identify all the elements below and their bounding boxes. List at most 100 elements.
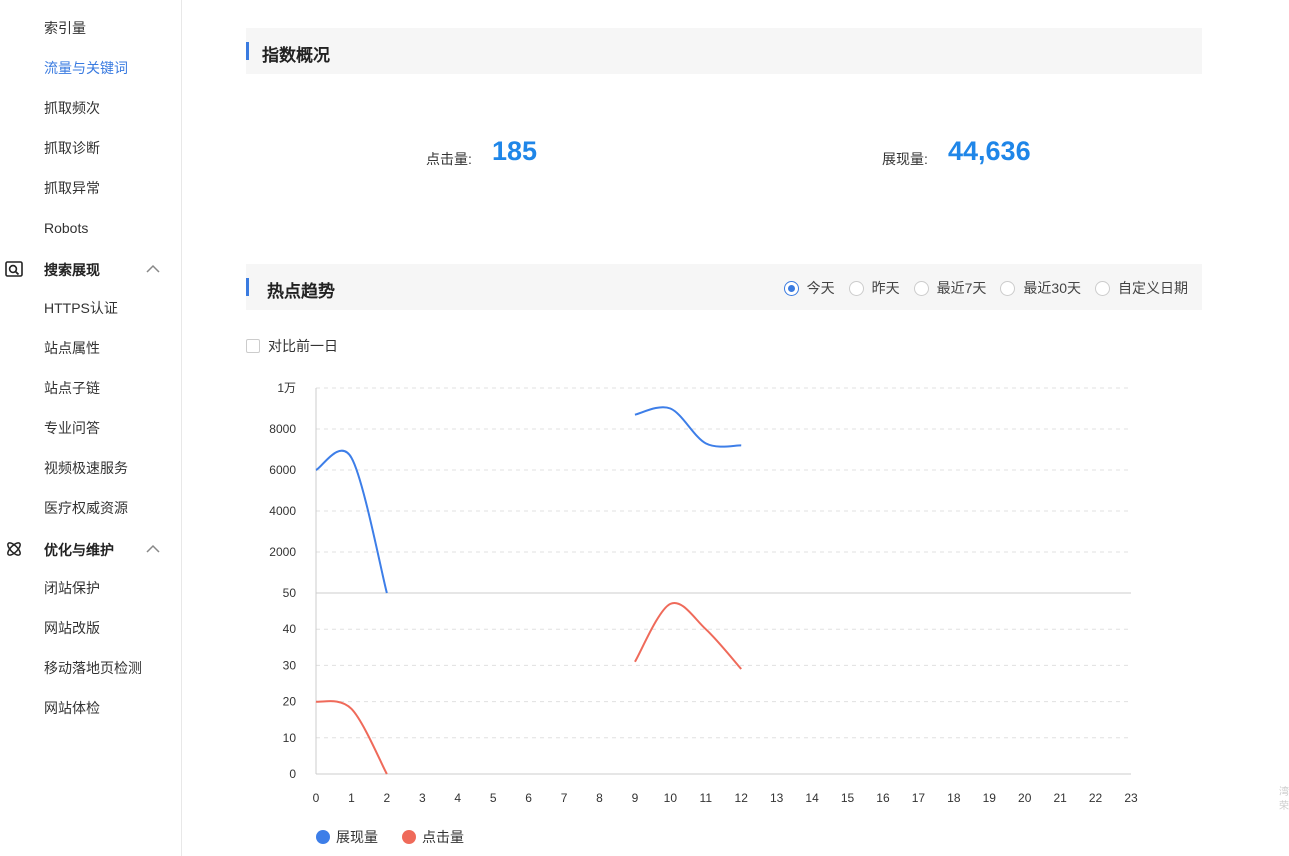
- compare-previous-day[interactable]: 对比前一日: [246, 336, 338, 356]
- sidebar-item[interactable]: 站点子链: [44, 378, 100, 398]
- sidebar-item[interactable]: Robots: [44, 218, 88, 238]
- legend-item-impressions[interactable]: 展现量: [316, 827, 378, 847]
- x-tick-label: 6: [525, 791, 532, 805]
- impressions-line: [315, 449, 388, 594]
- radio-dot[interactable]: [848, 280, 864, 296]
- radio-label: 昨天: [871, 280, 900, 296]
- clicks-line: [315, 700, 388, 775]
- legend-item-clicks[interactable]: 点击量: [402, 827, 464, 847]
- overview-title: 指数概况: [262, 46, 330, 65]
- radio-dot[interactable]: [913, 280, 929, 296]
- radio-dot[interactable]: [1000, 280, 1016, 296]
- clicks-label: 点击量:: [426, 151, 472, 167]
- x-tick-label: 2: [384, 791, 391, 805]
- sidebar: 索引量流量与关键词 抓取频次抓取诊断抓取异常 Robots 搜索展现 HTTPS认证…: [0, 0, 182, 856]
- x-tick-label: 23: [1124, 791, 1138, 805]
- x-tick-label: 3: [419, 791, 426, 805]
- x-tick-label: 15: [841, 791, 855, 805]
- sidebar-item[interactable]: 站点属性: [44, 338, 100, 358]
- y-tick-label: 40: [283, 622, 297, 636]
- date-range-option[interactable]: 今天: [783, 278, 835, 298]
- y-tick-label: 1万: [277, 381, 296, 395]
- sidebar-item[interactable]: HTTPS认证: [44, 298, 118, 318]
- y-tick-label: 30: [283, 658, 297, 672]
- compare-checkbox[interactable]: [246, 339, 260, 353]
- x-tick-label: 22: [1089, 791, 1103, 805]
- x-tick-label: 8: [596, 791, 603, 805]
- legend-swatch: [402, 830, 416, 844]
- legend-label: 点击量: [422, 829, 464, 845]
- sidebar-item[interactable]: 专业问答: [44, 418, 100, 438]
- y-tick-label: 0: [289, 767, 296, 781]
- sidebar-item[interactable]: 抓取异常: [44, 178, 100, 198]
- trend-chart: 1万8000600040002000504030201000 1 2 3 4 5 6 7 8 9 1…: [269, 381, 1138, 805]
- x-tick-label: 14: [805, 791, 819, 805]
- x-tick-label: 5: [490, 791, 497, 805]
- x-tick-label: 18: [947, 791, 961, 805]
- y-tick-label: 2000: [269, 545, 296, 559]
- y-tick-label: 8000: [269, 422, 296, 436]
- edge-watermark: 湾 荣: [1279, 787, 1289, 812]
- date-range-option[interactable]: 最近30天: [1000, 278, 1081, 298]
- x-tick-label: 11: [700, 791, 713, 805]
- radio-label: 最近30天: [1023, 280, 1081, 296]
- sidebar-item[interactable]: 医疗权威资源: [44, 498, 128, 518]
- x-tick-label: 10: [664, 791, 678, 805]
- sidebar-item[interactable]: 抓取频次: [44, 98, 100, 118]
- sidebar-item[interactable]: 流量与关键词: [44, 58, 128, 78]
- legend-swatch: [316, 830, 330, 844]
- compare-label: 对比前一日: [268, 338, 338, 354]
- trend-title: 热点趋势: [267, 282, 335, 301]
- sidebar-item[interactable]: 网站改版: [44, 618, 100, 638]
- chevron-up-icon[interactable]: [146, 544, 160, 554]
- nav-group-optimize[interactable]: 优化与维护: [0, 538, 181, 562]
- x-tick-label: 19: [983, 791, 997, 805]
- chart-legend: 展现量 点击量: [316, 827, 488, 847]
- legend-label: 展现量: [336, 829, 378, 845]
- sidebar-item[interactable]: 移动落地页检测: [44, 658, 142, 678]
- atom-icon: [7, 542, 21, 556]
- section-accent-bar: [246, 42, 249, 60]
- x-tick-label: 12: [735, 791, 749, 805]
- x-tick-label: 21: [1053, 791, 1067, 805]
- x-tick-label: 0: [313, 791, 320, 805]
- x-tick-label: 9: [632, 791, 639, 805]
- date-range-radios: 今天 昨天 最近7天 最近30天 自定义日期: [770, 278, 1188, 298]
- date-range-option[interactable]: 最近7天: [913, 278, 987, 298]
- y-tick-label: 50: [283, 586, 297, 600]
- radio-label: 最近7天: [936, 280, 987, 296]
- date-range-option[interactable]: 昨天: [848, 278, 900, 298]
- radio-label: 今天: [806, 280, 835, 296]
- nav-group-search-display[interactable]: 搜索展现: [0, 258, 181, 282]
- impressions-line: [634, 406, 742, 448]
- radio-label: 自定义日期: [1118, 280, 1188, 296]
- section-accent-bar: [246, 278, 249, 296]
- x-tick-label: 16: [876, 791, 890, 805]
- x-tick-label: 1: [348, 791, 355, 805]
- y-tick-label: 6000: [269, 463, 296, 477]
- radio-dot[interactable]: [783, 280, 799, 296]
- sidebar-item[interactable]: 索引量: [44, 18, 86, 38]
- radio-dot[interactable]: [1095, 280, 1110, 296]
- y-tick-label: 10: [283, 731, 297, 745]
- impressions-label: 展现量:: [882, 151, 928, 167]
- x-tick-label: 4: [454, 791, 461, 805]
- nav-group-label: 搜索展现: [44, 262, 100, 278]
- sidebar-item[interactable]: 闭站保护: [44, 578, 100, 598]
- x-tick-label: 13: [770, 791, 784, 805]
- trend-header: 热点趋势 今天 昨天 最近7天 最近30天 自定义日期: [246, 264, 1202, 310]
- search-window-icon: [5, 261, 23, 277]
- clicks-line: [634, 601, 742, 670]
- date-range-option[interactable]: 自定义日期: [1095, 278, 1188, 298]
- sidebar-item[interactable]: 网站体检: [44, 698, 100, 718]
- y-tick-label: 20: [283, 695, 297, 709]
- clicks-value: 185: [492, 136, 538, 166]
- x-tick-label: 20: [1018, 791, 1032, 805]
- sidebar-item[interactable]: 抓取诊断: [44, 138, 100, 158]
- sidebar-item[interactable]: 视频极速服务: [44, 458, 128, 478]
- nav-group-label: 优化与维护: [44, 542, 114, 558]
- impressions-value: 44,636: [948, 136, 1031, 166]
- overview-header: 指数概况: [246, 28, 1202, 74]
- y-tick-label: 4000: [269, 504, 296, 518]
- chevron-up-icon[interactable]: [146, 264, 160, 274]
